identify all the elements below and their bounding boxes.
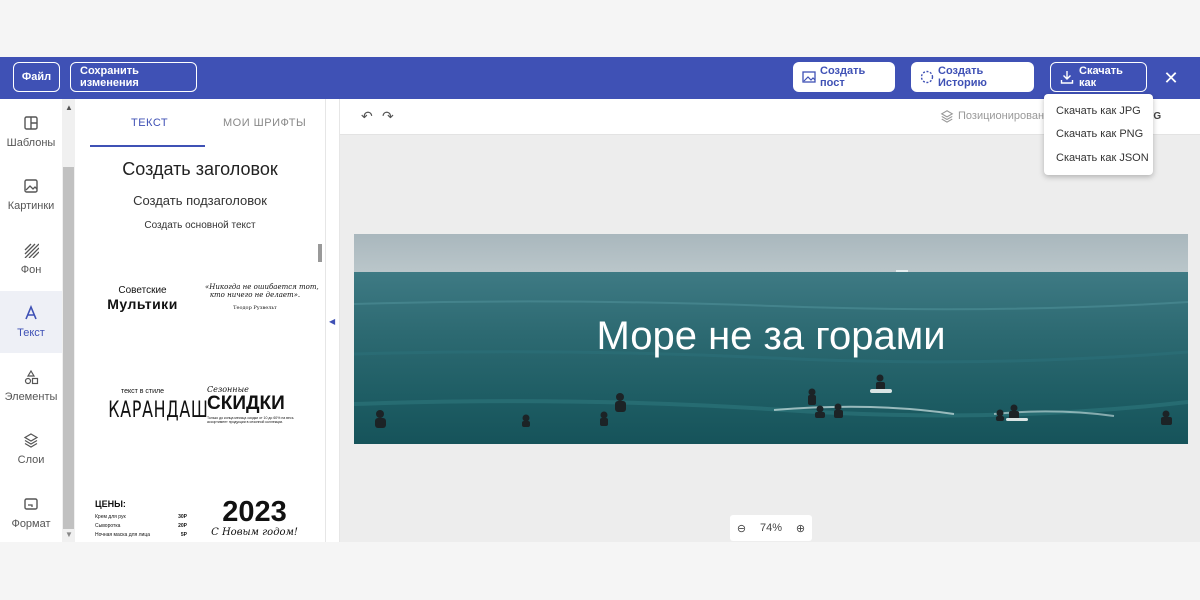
background-icon (24, 243, 39, 258)
create-story-label: Создать Историю (938, 65, 987, 89)
sidebar-item-label: Шаблоны (6, 137, 56, 149)
price-row-value: 5Р (180, 532, 187, 538)
template-line: КАРАНДАШ (108, 398, 209, 423)
text-icon (25, 305, 37, 320)
sidebar-scrollbar[interactable]: ▲ ▼ (62, 99, 75, 542)
price-row-name: Сыворотка (95, 523, 121, 529)
template-line: Советские (118, 285, 167, 296)
download-jpg-option[interactable]: Скачать как JPG (1056, 105, 1141, 117)
templates-icon (24, 116, 38, 130)
price-row-name: Крем для рук (95, 514, 126, 520)
banner-title[interactable]: Море не за горами (354, 314, 1188, 359)
tab-text[interactable]: ТЕКСТ (131, 117, 168, 129)
price-row-value: 20Р (178, 523, 187, 529)
positioning-label: Позиционирование (958, 110, 1057, 122)
story-circle-icon (920, 70, 934, 84)
price-row: Ночная маска для лица 5Р (95, 532, 187, 538)
download-png-option[interactable]: Скачать как PNG (1056, 128, 1143, 140)
create-post-label: Создать пост (820, 65, 866, 89)
sidebar-item-label: Слои (17, 454, 45, 466)
layers-icon (940, 110, 954, 123)
sidebar-item-label: Картинки (7, 200, 55, 212)
zoom-control: ⊖ 74% ⊕ (730, 515, 812, 541)
download-menu: Скачать как JPG Скачать как PNG Скачать … (1044, 94, 1153, 175)
design-banner[interactable]: Море не за горами (354, 234, 1188, 444)
shapes-icon (24, 369, 39, 385)
tab-my-fonts[interactable]: МОИ ШРИФТЫ (223, 117, 306, 129)
create-heading-button[interactable]: Создать заголовок (75, 159, 325, 180)
template-author: Теодор Рузвельт (233, 305, 277, 311)
sidebar-item-label: Элементы (4, 391, 58, 403)
text-template-prices[interactable]: ЦЕНЫ: Крем для рук 30Р Сыворотка 20Р Ноч… (95, 499, 187, 538)
text-template-multiki[interactable]: Советские Мультики (95, 285, 190, 312)
zoom-in-icon[interactable]: ⊕ (796, 522, 805, 535)
file-button-label: Файл (21, 71, 52, 83)
zoom-level: 74% (759, 522, 783, 534)
template-line: кто ничего не делает». (209, 291, 301, 299)
create-story-button[interactable]: Создать Историю (911, 62, 1034, 92)
sidebar-item-elements[interactable]: Элементы (0, 355, 62, 417)
format-icon (24, 498, 38, 510)
template-line: СКИДКИ (207, 393, 285, 414)
undo-icon[interactable]: ↶ (361, 108, 373, 125)
positioning-button[interactable]: Позиционирование (940, 109, 1056, 123)
file-button[interactable]: Файл (13, 62, 60, 92)
sidebar-scroll-thumb[interactable] (63, 167, 74, 529)
template-line: ЦЕНЫ: (95, 499, 126, 509)
text-panel: ТЕКСТ МОИ ШРИФТЫ Создать заголовок Созда… (75, 99, 325, 542)
template-line: 2023 (222, 496, 287, 528)
download-icon (1060, 71, 1074, 84)
create-post-button[interactable]: Создать пост (793, 62, 895, 92)
active-tab-indicator (90, 145, 205, 147)
top-bar: Файл Сохранить изменения Создать пост Со… (0, 57, 1200, 99)
text-template-skidki[interactable]: Сезонные СКИДКИ Только до конца месяца с… (207, 385, 302, 424)
sidebar-item-layers[interactable]: Слои (0, 418, 62, 480)
text-template-new-year[interactable]: 2023 С Новым годом! (207, 497, 302, 538)
price-row-name: Ночная маска для лица (95, 532, 150, 538)
redo-icon[interactable]: ↷ (382, 108, 394, 125)
sidebar-item-background[interactable]: Фон (0, 228, 62, 290)
price-row: Сыворотка 20Р (95, 523, 187, 529)
scroll-down-arrow-icon[interactable]: ▼ (65, 530, 73, 539)
save-changes-label: Сохранить изменения (80, 65, 139, 89)
template-line: «Никогда не ошибается тот, (205, 283, 319, 291)
download-as-label: Скачать как (1079, 65, 1123, 89)
sidebar: Шаблоны Картинки Фон Текст Элементы Слои… (0, 99, 62, 542)
download-as-button[interactable]: Скачать как (1050, 62, 1147, 92)
sidebar-item-label: Фон (20, 264, 42, 276)
zoom-out-icon[interactable]: ⊖ (737, 522, 746, 535)
close-icon[interactable]: ✕ (1160, 67, 1182, 89)
price-row: Крем для рук 30Р (95, 514, 187, 520)
panel-scroll-thumb[interactable] (318, 244, 322, 262)
create-body-text-button[interactable]: Создать основной текст (75, 220, 325, 231)
template-line: С Новым годом! (211, 527, 298, 538)
scroll-up-arrow-icon[interactable]: ▲ (65, 103, 73, 112)
template-line: Мультики (107, 296, 178, 312)
collapse-panel-icon[interactable]: ◀ (329, 317, 335, 326)
price-row-value: 30Р (178, 514, 187, 520)
sidebar-item-images[interactable]: Картинки (0, 164, 62, 226)
layers-icon (23, 433, 39, 448)
sidebar-item-label: Текст (17, 327, 45, 339)
sidebar-item-format[interactable]: Формат (0, 482, 62, 544)
create-subheading-button[interactable]: Создать подзаголовок (75, 193, 325, 208)
image-icon (24, 179, 38, 193)
template-line: текст в стиле (120, 388, 165, 395)
template-fine-print: Только до конца месяца скидки от 10 до 6… (207, 416, 294, 424)
sidebar-item-text[interactable]: Текст (0, 291, 62, 353)
text-template-quote[interactable]: «Никогда не ошибается тот, кто ничего не… (205, 283, 319, 311)
sidebar-item-templates[interactable]: Шаблоны (0, 101, 62, 163)
panel-collapse-strip: ◀ (325, 99, 340, 542)
image-icon (802, 71, 816, 83)
sidebar-item-label: Формат (11, 518, 51, 530)
save-changes-button[interactable]: Сохранить изменения (70, 62, 197, 92)
download-json-option[interactable]: Скачать как JSON (1056, 152, 1149, 164)
text-template-karandash[interactable]: текст в стиле КАРАНДАШ (95, 388, 209, 423)
